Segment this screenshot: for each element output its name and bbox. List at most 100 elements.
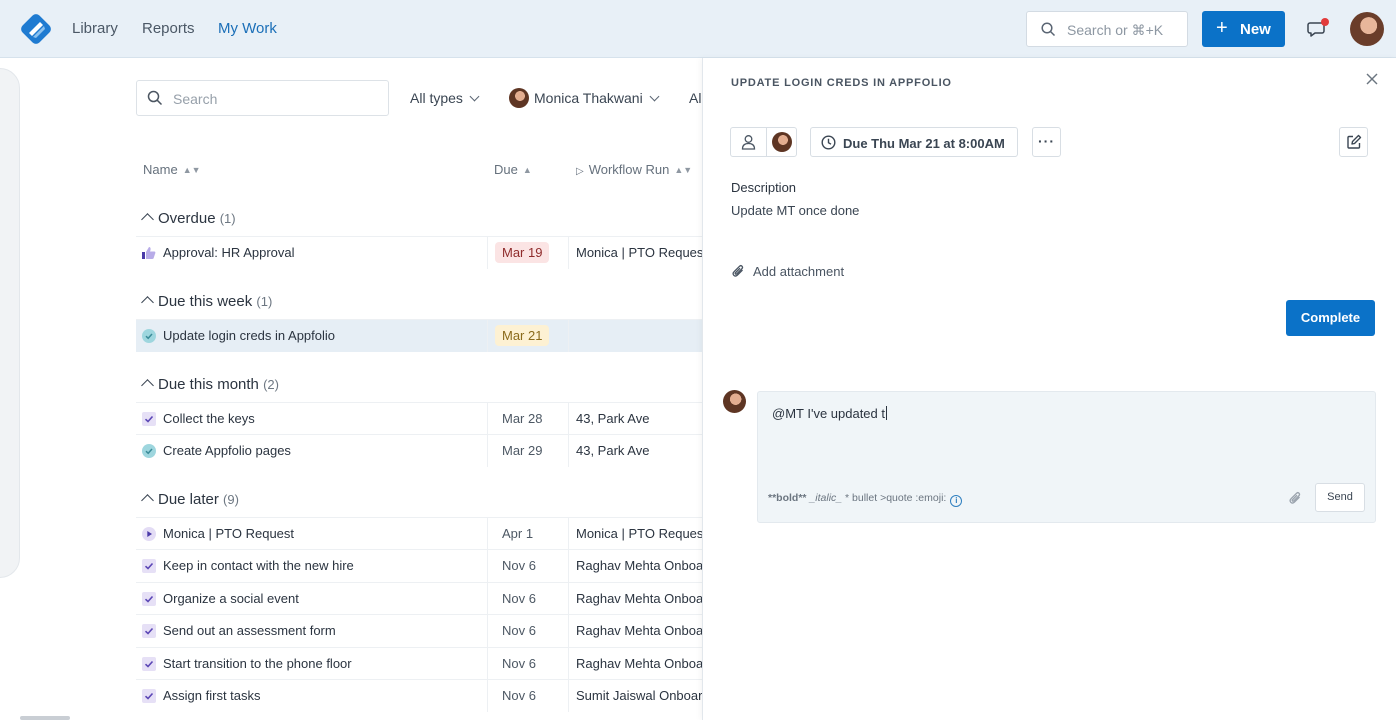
assignee-filter[interactable]: Monica Thakwani — [534, 90, 660, 106]
cell-divider — [487, 237, 488, 269]
table-row[interactable]: Send out an assessment form Nov 6 Raghav… — [136, 614, 702, 647]
task-name: Assign first tasks — [163, 688, 261, 703]
table-row[interactable]: Organize a social event Nov 6 Raghav Meh… — [136, 582, 702, 615]
comment-input[interactable]: @MT I've updated t **bold** _italic_ * b… — [757, 391, 1376, 523]
workflow-run-cell[interactable]: Raghav Mehta Onboarding — [576, 656, 702, 671]
notification-dot — [1321, 18, 1329, 26]
checkbox-icon — [142, 559, 156, 573]
send-button[interactable]: Send — [1315, 483, 1365, 512]
table-row[interactable]: Keep in contact with the new hire Nov 6 … — [136, 549, 702, 582]
close-icon[interactable] — [1365, 72, 1379, 86]
group-title: Due later — [158, 491, 219, 508]
cell-divider — [487, 550, 488, 582]
table-row[interactable]: Monica | PTO Request Apr 1 Monica | PTO … — [136, 517, 702, 550]
nav-my-work[interactable]: My Work — [218, 20, 277, 37]
workflow-run-cell[interactable]: Monica | PTO Request — [576, 526, 702, 541]
column-due[interactable]: Due ▲ — [494, 162, 532, 177]
task-name: Keep in contact with the new hire — [163, 558, 354, 573]
group-due-this-month[interactable]: Due this month (2) — [141, 376, 279, 393]
complete-button[interactable]: Complete — [1286, 300, 1375, 336]
text-cursor — [886, 406, 887, 420]
left-edge-panel — [0, 68, 20, 578]
due-date: Mar 29 — [502, 443, 543, 458]
global-search-input[interactable]: Search or ⌘+K — [1026, 11, 1188, 47]
workflow-run-cell[interactable]: 43, Park Ave — [576, 411, 702, 426]
types-filter[interactable]: All types — [410, 90, 480, 106]
workflow-run-cell[interactable]: Raghav Mehta Onboarding — [576, 591, 702, 606]
column-name-label: Name — [143, 162, 178, 177]
due-date-badge: Mar 21 — [495, 325, 550, 346]
due-date: Nov 6 — [502, 656, 536, 671]
cell-divider — [487, 680, 488, 712]
search-icon — [147, 90, 163, 106]
table-row[interactable]: Assign first tasks Nov 6 Sumit Jaiswal O… — [136, 679, 702, 712]
workflow-run-cell[interactable]: Monica | PTO Request — [576, 245, 702, 260]
plus-icon: + — [1216, 17, 1228, 39]
list-search-input[interactable]: Search — [136, 80, 389, 116]
due-date: Nov 6 — [502, 591, 536, 606]
column-name[interactable]: Name ▲▼ — [143, 162, 201, 177]
due-date-label: Due Thu Mar 21 at 8:00AM — [843, 136, 1005, 151]
group-title: Overdue — [158, 210, 216, 227]
cell-divider — [487, 320, 488, 352]
assignee-button[interactable] — [730, 127, 797, 157]
cell-divider — [568, 648, 569, 680]
group-due-later[interactable]: Due later (9) — [141, 491, 239, 508]
nav-reports[interactable]: Reports — [142, 20, 195, 37]
cell-divider — [568, 403, 569, 435]
app-logo-icon[interactable] — [20, 13, 52, 45]
more-filter[interactable]: Al — [689, 90, 701, 106]
md-hint-rest: * bullet >quote :emoji: — [845, 492, 947, 504]
workflow-run-cell[interactable]: Sumit Jaiswal Onboarding — [576, 688, 702, 703]
workflow-run-cell[interactable]: Raghav Mehta Onboarding — [576, 558, 702, 573]
search-icon — [1041, 22, 1056, 37]
table-row[interactable]: Approval: HR Approval Mar 19 Monica | PT… — [136, 236, 702, 269]
cell-divider — [568, 237, 569, 269]
cell-divider — [487, 435, 488, 467]
thumbs-up-icon — [142, 247, 156, 259]
group-title: Due this week — [158, 293, 253, 310]
table-row[interactable]: Collect the keys Mar 28 43, Park Ave — [136, 402, 702, 435]
checkbox-icon — [142, 624, 156, 638]
task-name: Create Appfolio pages — [163, 443, 291, 458]
task-name: Update login creds in Appfolio — [163, 328, 336, 343]
sort-icon: ▲▼ — [674, 165, 693, 175]
due-date: Nov 6 — [502, 623, 536, 638]
due-date-badge: Mar 19 — [495, 242, 550, 263]
assignee-filter-avatar — [509, 88, 529, 108]
cell-divider — [568, 680, 569, 712]
workflow-run-cell[interactable]: Raghav Mehta Onboarding — [576, 623, 702, 638]
nav-library[interactable]: Library — [72, 20, 118, 37]
task-detail-pane: UPDATE LOGIN CREDS IN APPFOLIO Due Thu M… — [702, 58, 1396, 720]
group-due-this-week[interactable]: Due this week (1) — [141, 293, 272, 310]
table-row-selected[interactable]: Update login creds in Appfolio Mar 21 — [136, 319, 702, 352]
user-avatar[interactable] — [1350, 12, 1384, 46]
comment-text[interactable]: @MT I've updated t — [772, 406, 887, 421]
column-workflow-run[interactable]: ▷ Workflow Run ▲▼ — [576, 162, 692, 177]
task-name: Collect the keys — [163, 411, 255, 426]
cell-divider — [568, 320, 569, 352]
new-button[interactable]: + New — [1202, 11, 1285, 47]
checkbox-icon — [142, 412, 156, 426]
group-overdue[interactable]: Overdue (1) — [141, 210, 236, 227]
info-icon[interactable]: i — [950, 495, 963, 507]
task-name: Organize a social event — [163, 591, 299, 606]
markdown-hint: **bold** _italic_ * bullet >quote :emoji… — [768, 492, 963, 507]
types-filter-label: All types — [410, 90, 463, 106]
cell-divider — [568, 583, 569, 615]
comment-text-value: @MT I've updated t — [772, 406, 885, 421]
chevron-up-icon — [141, 494, 154, 507]
table-row[interactable]: Start transition to the phone floor Nov … — [136, 647, 702, 680]
more-options-button[interactable]: ··· — [1032, 127, 1061, 157]
workflow-run-cell[interactable]: 43, Park Ave — [576, 443, 702, 458]
description-text[interactable]: Update MT once done — [731, 203, 859, 218]
paperclip-icon — [732, 264, 744, 277]
global-search-placeholder: Search or ⌘+K — [1067, 22, 1164, 38]
due-date-button[interactable]: Due Thu Mar 21 at 8:00AM — [810, 127, 1018, 157]
edit-button[interactable] — [1339, 127, 1368, 157]
table-row[interactable]: Create Appfolio pages Mar 29 43, Park Av… — [136, 434, 702, 467]
edit-icon — [1347, 134, 1362, 149]
cell-divider — [487, 648, 488, 680]
list-search-placeholder: Search — [173, 91, 218, 107]
paperclip-icon[interactable] — [1288, 490, 1302, 506]
